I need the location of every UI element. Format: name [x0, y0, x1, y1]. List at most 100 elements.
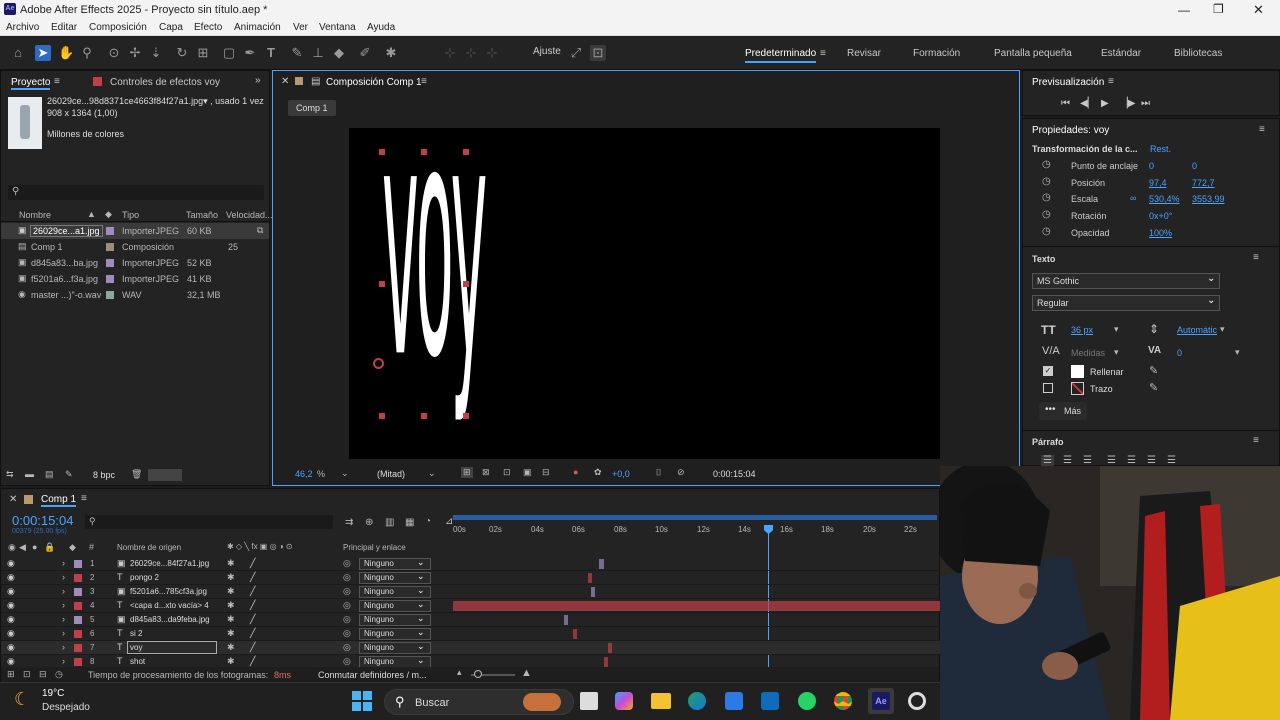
eye-icon[interactable]: ◉ [7, 642, 15, 653]
pan-camera-icon[interactable]: ✢ [127, 45, 143, 61]
layer-duration-bar[interactable] [607, 643, 612, 653]
rotation-value[interactable]: 0x+0° [1149, 211, 1172, 221]
layer-name[interactable]: pongo 2 [130, 573, 159, 582]
workspace-revisar[interactable]: Revisar [847, 48, 881, 59]
snap-option-icon[interactable]: ⤢ [568, 45, 584, 61]
justify-left-icon[interactable]: ☰ [1107, 455, 1116, 466]
chevron-down-icon[interactable]: ⌄ [417, 599, 425, 610]
comp-mini-flowchart-icon[interactable]: ⇉ [345, 517, 353, 528]
workspace-bibliotecas[interactable]: Bibliotecas [1174, 48, 1222, 59]
expand-chevron-icon[interactable]: › [62, 572, 65, 582]
type-tool-icon[interactable]: T [263, 45, 279, 61]
more-button[interactable]: ••• Más [1039, 402, 1087, 420]
rotate-tool-icon[interactable]: ↻ [174, 45, 190, 61]
pickwhip-icon[interactable]: ◎ [343, 642, 351, 653]
orbit-camera-icon[interactable]: ⊙ [106, 45, 122, 61]
flowchart-icon[interactable]: ⧉ [257, 225, 263, 236]
layer-row[interactable]: ◉ › 5 ▣ d845a83...da9feba.jpg ✱ ╱ ◎ Ninguno ⌄ [1, 613, 941, 627]
resolution-select[interactable]: (Mitad) [377, 469, 405, 479]
col-parent[interactable]: Principal y enlace [343, 543, 406, 552]
lock-icon[interactable] [295, 77, 303, 85]
layer-row[interactable]: ◉ › 6 Tsi 2 ✱ ╱ ◎ Ninguno ⌄ [1, 627, 941, 641]
eye-icon[interactable]: ◉ [7, 586, 15, 597]
expand-chevron-icon[interactable]: › [62, 586, 65, 596]
stopwatch-icon[interactable]: ◷ [1042, 192, 1051, 203]
chevron-down-icon[interactable]: ▾ [1220, 324, 1225, 335]
zoom-value[interactable]: 46,2 [295, 469, 313, 479]
weather-moon-icon[interactable]: ☾ [14, 689, 30, 710]
expand-chevron-icon[interactable]: › [62, 628, 65, 638]
shy-layers-icon[interactable]: ▥ [385, 517, 394, 528]
dolly-camera-icon[interactable]: ⇣ [148, 45, 164, 61]
project-search-input[interactable]: ⚲ [8, 185, 264, 200]
last-frame-icon[interactable]: ⏭ [1141, 98, 1150, 109]
chevron-down-icon[interactable]: ▾ [1114, 347, 1119, 358]
panel-menu-icon[interactable]: ≡ [1108, 76, 1114, 87]
bbox-handle[interactable] [379, 281, 385, 287]
edge-icon[interactable] [688, 692, 706, 710]
render-time-toggle-icon[interactable]: ◷ [55, 669, 63, 680]
panel-menu-icon[interactable]: ≡ [1253, 252, 1259, 263]
menu-capa[interactable]: Capa [159, 22, 183, 33]
bbox-handle[interactable] [421, 149, 427, 155]
layer-duration-bar[interactable] [604, 657, 609, 667]
quality-switch-icon[interactable]: ╱ [250, 656, 255, 667]
layer-name[interactable]: d845a83...da9feba.jpg [130, 615, 210, 624]
align-left-icon[interactable]: ☰ [1041, 455, 1054, 466]
minimize-icon[interactable]: — [1178, 3, 1190, 17]
menu-ver[interactable]: Ver [293, 22, 308, 33]
quality-switch-icon[interactable]: ╱ [250, 642, 255, 653]
chevron-down-icon[interactable]: ⌄ [1207, 273, 1215, 284]
pickwhip-icon[interactable]: ◎ [343, 614, 351, 625]
shy-switch-icon[interactable]: ✱ [227, 614, 235, 625]
render-time-icon[interactable]: ⊞ [7, 669, 15, 680]
copilot-icon[interactable] [615, 692, 633, 710]
comp-canvas[interactable]: voy [349, 79, 940, 459]
shy-switch-icon[interactable]: ✱ [227, 656, 235, 667]
exposure-value[interactable]: +0,0 [612, 469, 630, 479]
label-swatch[interactable] [74, 616, 82, 624]
text-layer-bbox[interactable]: voy [373, 79, 487, 419]
chevron-down-icon[interactable]: ⌄ [417, 627, 425, 638]
chevron-down-icon[interactable]: ▾ [1235, 347, 1240, 358]
anchor-point-icon[interactable] [373, 358, 384, 369]
workspace-formacion[interactable]: Formación [913, 48, 960, 59]
chevron-down-icon[interactable]: ⌄ [417, 641, 425, 652]
adjust-project-icon[interactable]: ✎ [65, 469, 73, 480]
tracking-value[interactable]: 0 [1177, 348, 1182, 358]
col-source-name[interactable]: Nombre de origen [117, 543, 181, 552]
label-swatch[interactable] [74, 588, 82, 596]
justify-center-icon[interactable]: ☰ [1127, 455, 1136, 466]
expand-chevron-icon[interactable]: › [62, 656, 65, 666]
workspace-predeterminado[interactable]: Predeterminado [745, 48, 817, 63]
layer-name[interactable]: shot [130, 657, 145, 666]
font-family-select[interactable]: MS Gothic [1032, 273, 1220, 289]
clone-stamp-icon[interactable]: ⊥ [310, 45, 326, 61]
tab-timeline-comp[interactable]: Comp 1 [41, 494, 77, 507]
new-folder-icon[interactable]: ▬ [25, 469, 34, 479]
comp-breadcrumb[interactable]: Comp 1 [288, 100, 336, 116]
label-swatch[interactable] [74, 560, 82, 568]
store-icon[interactable] [725, 692, 743, 710]
col-type[interactable]: Tipo [122, 210, 139, 220]
eye-icon[interactable]: ◉ [7, 656, 15, 667]
font-size-value[interactable]: 36 px [1071, 325, 1093, 335]
weather-temp[interactable]: 19°C [42, 688, 64, 699]
mask-visibility-icon[interactable]: ⊡ [503, 467, 511, 478]
layer-name[interactable]: <capa d...xto vacía> 4 [130, 601, 209, 610]
layer-duration-bar[interactable] [590, 587, 595, 597]
obs-icon[interactable] [908, 692, 926, 710]
eye-icon[interactable]: ◉ [7, 572, 15, 583]
chevron-down-icon[interactable]: ⌄ [417, 571, 425, 582]
tab-effect-controls[interactable]: Controles de efectos voy [110, 77, 220, 88]
delete-icon[interactable]: 🗑 [131, 469, 142, 480]
menu-animacion[interactable]: Animación [234, 22, 281, 33]
bbox-handle[interactable] [379, 149, 385, 155]
list-item[interactable]: ◉ master ...)"-o.wav WAV 32,1 MB [1, 287, 269, 303]
task-view-icon[interactable] [580, 692, 598, 710]
close-tab-icon[interactable]: ✕ [281, 76, 289, 87]
rectangle-tool-icon[interactable]: ▢ [221, 45, 237, 61]
col-speed[interactable]: Velocidad... [226, 210, 273, 220]
next-frame-icon[interactable]: ▕▶ [1120, 98, 1135, 109]
resolution-dropdown-icon[interactable]: ⌄ [428, 468, 436, 479]
